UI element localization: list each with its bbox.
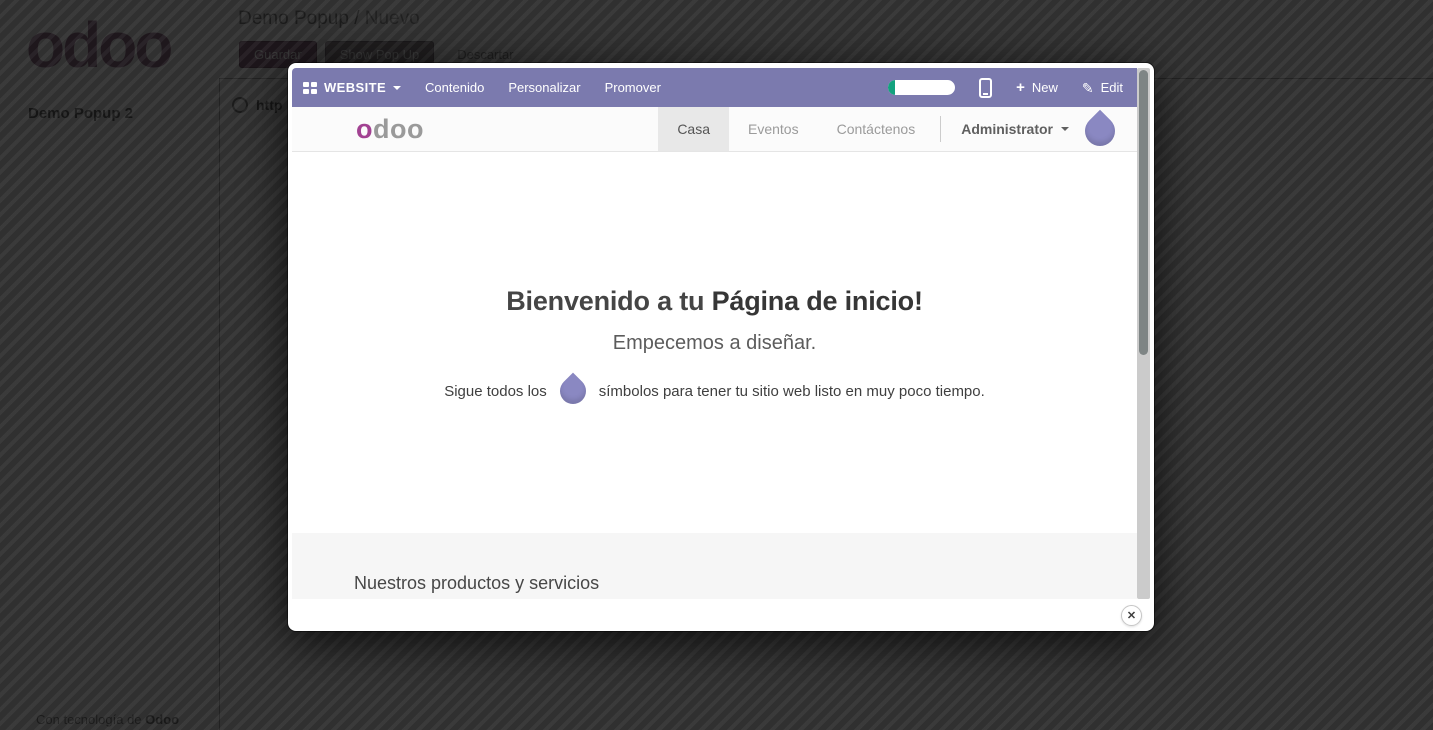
site-navbar: odoo Casa Eventos Contáctenos Administra… — [292, 107, 1137, 152]
pencil-icon: ✎ — [1082, 81, 1094, 95]
tutorial-drop-icon[interactable] — [554, 373, 591, 410]
new-button-label: New — [1032, 80, 1058, 95]
edit-button[interactable]: ✎ Edit — [1082, 80, 1123, 95]
hint-text-after: símbolos para tener tu sitio web listo e… — [599, 383, 985, 400]
site-logo[interactable]: odoo — [356, 114, 424, 145]
website-admin-toolbar: WEBSITE Contenido Personalizar Promover … — [292, 68, 1137, 107]
site-nav-items: Casa Eventos Contáctenos Administrator — [658, 107, 1137, 151]
preview-scrollbar[interactable] — [1137, 68, 1150, 599]
site-logo-first-letter: o — [356, 114, 373, 144]
hero-hint-row: Sigue todos los símbolos para tener tu s… — [292, 378, 1137, 404]
website-frame: WEBSITE Contenido Personalizar Promover … — [292, 68, 1137, 599]
homepage-hero: Bienvenido a tu Página de inicio! Empece… — [292, 152, 1137, 533]
site-logo-rest: doo — [373, 114, 424, 144]
close-icon: ✕ — [1127, 609, 1136, 622]
preview-viewport: WEBSITE Contenido Personalizar Promover … — [292, 68, 1150, 599]
tutorial-drop-icon[interactable] — [1079, 110, 1121, 152]
user-menu-label: Administrator — [961, 121, 1053, 137]
hero-title: Bienvenido a tu Página de inicio! — [292, 286, 1137, 317]
plus-icon: + — [1016, 80, 1025, 95]
hero-title-suffix: ! — [914, 286, 923, 316]
nav-link-contact[interactable]: Contáctenos — [818, 107, 935, 151]
hint-text-before: Sigue todos los — [444, 383, 547, 400]
dialog-footer: ✕ — [288, 603, 1154, 631]
website-menu-label: WEBSITE — [324, 80, 386, 95]
chevron-down-icon — [393, 86, 401, 90]
hero-title-prefix: Bienvenido a tu — [506, 286, 711, 316]
nav-divider — [940, 116, 941, 142]
mobile-preview-icon[interactable] — [979, 78, 992, 98]
user-menu[interactable]: Administrator — [947, 107, 1083, 151]
scrollbar-thumb[interactable] — [1139, 70, 1148, 355]
tutorial-progress-bar[interactable] — [888, 80, 955, 95]
website-menu[interactable]: WEBSITE — [324, 80, 401, 95]
hero-title-bold: Página de inicio — [712, 286, 914, 316]
new-page-button[interactable]: + New — [1016, 80, 1058, 95]
nav-link-events[interactable]: Eventos — [729, 107, 818, 151]
toolbar-right-group: + New ✎ Edit — [888, 78, 1123, 98]
menu-item-contenido[interactable]: Contenido — [425, 80, 484, 95]
website-preview-dialog: WEBSITE Contenido Personalizar Promover … — [288, 63, 1154, 631]
products-section: Nuestros productos y servicios — [292, 533, 1137, 599]
screen: odoo Demo Popup / Nuevo Guardar Show Pop… — [0, 0, 1433, 730]
menu-item-personalizar[interactable]: Personalizar — [508, 80, 580, 95]
close-button[interactable]: ✕ — [1121, 605, 1142, 626]
edit-button-label: Edit — [1101, 80, 1123, 95]
chevron-down-icon — [1061, 127, 1069, 131]
progress-fill — [888, 80, 895, 95]
hero-subtitle: Empecemos a diseñar. — [292, 332, 1137, 355]
products-section-heading: Nuestros productos y servicios — [354, 573, 1137, 594]
apps-grid-icon — [303, 82, 317, 94]
menu-item-promover[interactable]: Promover — [605, 80, 661, 95]
nav-link-home[interactable]: Casa — [658, 107, 729, 151]
